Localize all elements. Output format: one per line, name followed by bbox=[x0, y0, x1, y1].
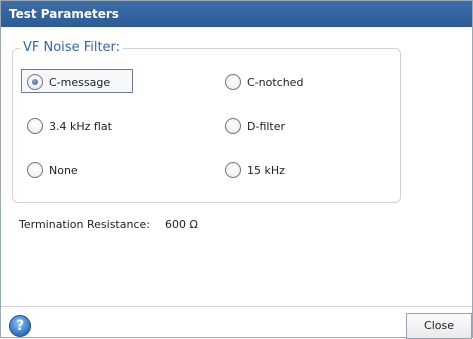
radio-label: C-message bbox=[49, 75, 111, 89]
radio-circle-icon bbox=[27, 118, 43, 134]
radio-label: D-filter bbox=[247, 119, 286, 133]
window-title: Test Parameters bbox=[1, 1, 472, 27]
radio-label: 15 kHz bbox=[247, 163, 285, 177]
radio-circle-icon bbox=[225, 74, 241, 90]
help-icon[interactable]: ? bbox=[9, 315, 31, 337]
radio-c-notched[interactable]: C-notched bbox=[225, 71, 303, 93]
vf-noise-filter-legend: VF Noise Filter: bbox=[20, 40, 124, 56]
radio-circle-icon bbox=[27, 74, 43, 90]
radio-d-filter[interactable]: D-filter bbox=[225, 115, 285, 137]
radio-label: C-notched bbox=[247, 75, 304, 89]
radio-label: 3.4 kHz flat bbox=[49, 119, 112, 133]
radio-circle-icon bbox=[225, 162, 241, 178]
footer-divider bbox=[1, 306, 472, 307]
radio-circle-icon bbox=[27, 162, 43, 178]
close-button[interactable]: Close bbox=[406, 313, 472, 339]
radio-3-4-khz-flat[interactable]: 3.4 kHz flat bbox=[27, 115, 112, 137]
radio-selected-dot-icon bbox=[32, 79, 38, 85]
radio-none[interactable]: None bbox=[27, 159, 78, 181]
radio-c-message[interactable]: C-message bbox=[27, 71, 110, 93]
help-glyph: ? bbox=[15, 318, 25, 334]
test-parameters-dialog: Test Parameters VF Noise Filter: C-messa… bbox=[0, 0, 473, 339]
radio-15-khz[interactable]: 15 kHz bbox=[225, 159, 285, 181]
termination-resistance-value: 600 Ω bbox=[165, 218, 198, 231]
termination-resistance-label: Termination Resistance: bbox=[19, 218, 150, 231]
radio-label: None bbox=[49, 163, 78, 177]
radio-circle-icon bbox=[225, 118, 241, 134]
